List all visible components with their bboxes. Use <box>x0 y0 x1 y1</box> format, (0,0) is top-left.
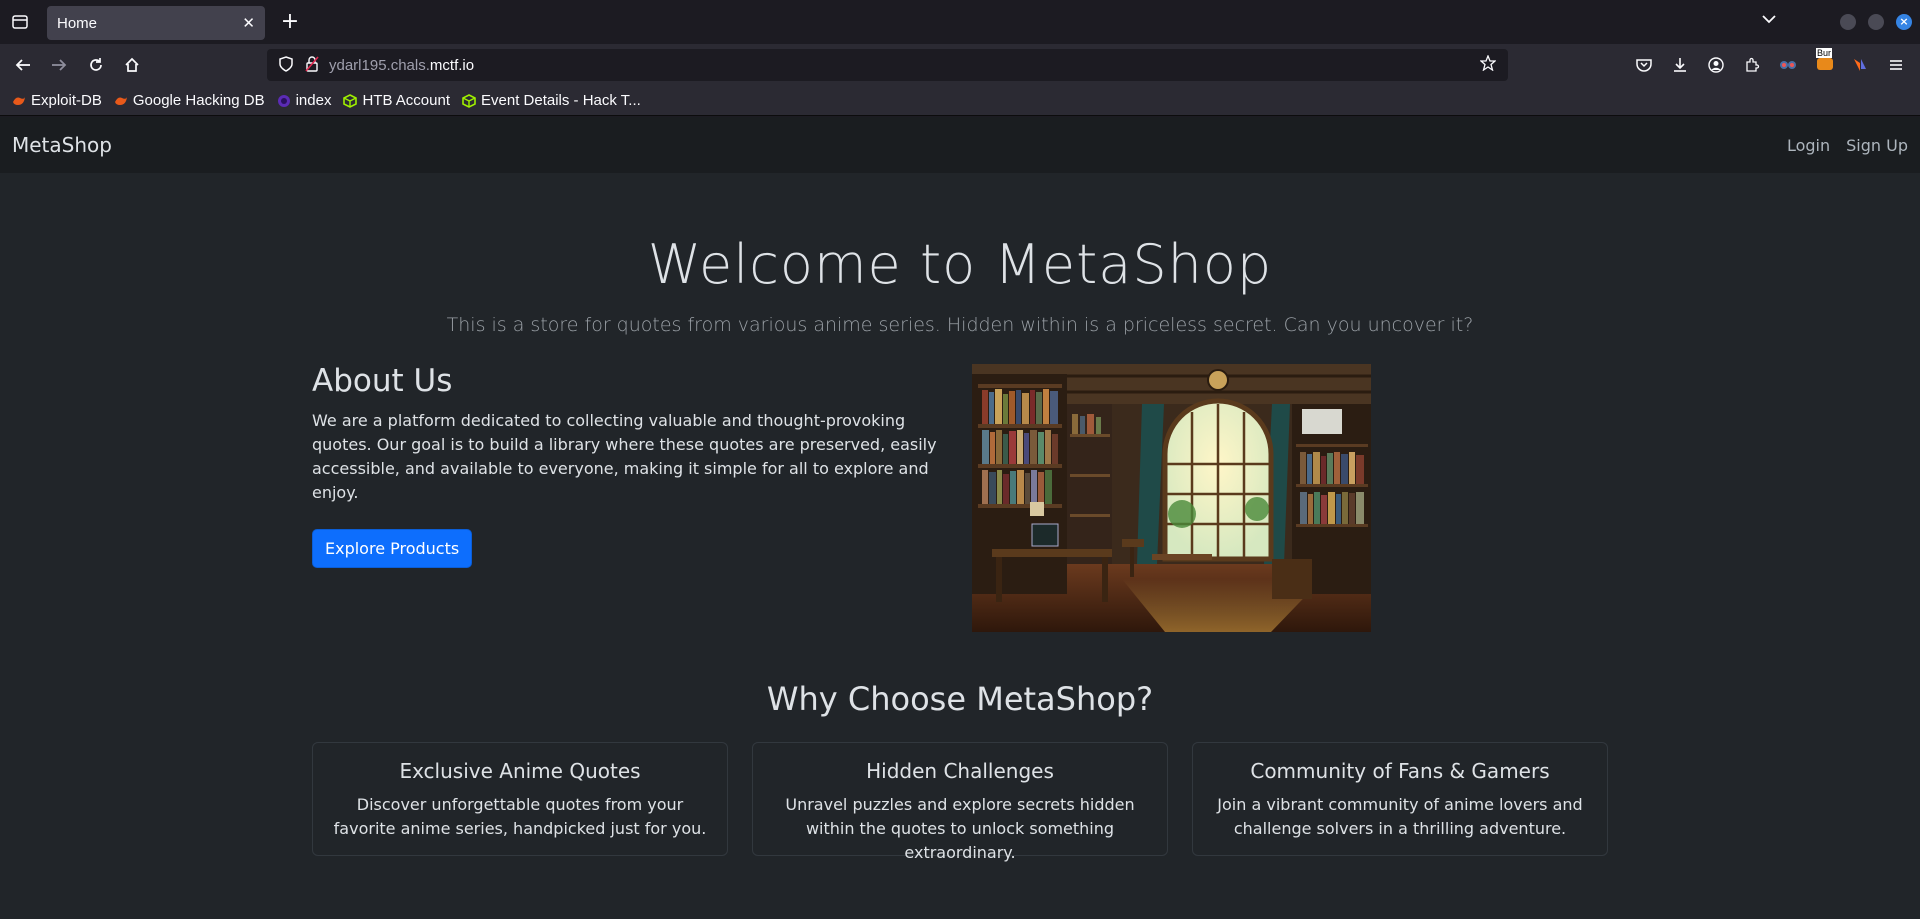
exploit-db-icon <box>12 94 26 108</box>
feature-card-text: Unravel puzzles and explore secrets hidd… <box>785 795 1135 862</box>
account-icon[interactable] <box>1706 55 1726 75</box>
extensions-puzzle-icon[interactable] <box>1742 55 1762 75</box>
downloads-icon[interactable] <box>1670 55 1690 75</box>
feature-card-title: Hidden Challenges <box>866 759 1054 783</box>
page-content: MetaShop Login Sign Up Welcome to MetaSh… <box>0 117 1920 919</box>
why-choose-heading: Why Choose MetaShop? <box>766 680 1154 718</box>
chevron-down-icon[interactable] <box>1762 12 1776 28</box>
url-text: ydarl195.chals.mctf.io <box>329 57 474 74</box>
new-tab-button[interactable]: + <box>278 10 302 34</box>
bookmark-label: Google Hacking DB <box>132 92 265 109</box>
url-domain: mctf.io <box>429 56 475 74</box>
tracking-shield-icon[interactable] <box>279 55 293 75</box>
bookmark-google-hacking-db[interactable]: Google Hacking DB <box>114 92 265 109</box>
hero-title: Welcome to MetaShop <box>647 233 1273 296</box>
wappalyzer-icon[interactable] <box>1850 55 1870 75</box>
site-brand[interactable]: MetaShop <box>12 133 112 157</box>
feature-card-title: Community of Fans & Gamers <box>1250 759 1550 783</box>
url-bar[interactable]: ydarl195.chals.mctf.io <box>267 49 1508 81</box>
maximize-window-button[interactable] <box>1868 14 1884 30</box>
tab-list-icon[interactable] <box>0 0 40 44</box>
feature-card-text: Discover unforgettable quotes from your … <box>333 795 707 838</box>
back-arrow-icon[interactable] <box>12 54 34 76</box>
burp-extension-icon[interactable]: Bur <box>1814 48 1836 70</box>
signup-link[interactable]: Sign Up <box>1846 136 1908 155</box>
about-heading: About Us <box>312 363 453 399</box>
bookmark-label: index <box>295 92 332 109</box>
minimize-window-button[interactable] <box>1840 14 1856 30</box>
site-navbar: MetaShop Login Sign Up <box>0 117 1920 173</box>
feature-card-text: Join a vibrant community of anime lovers… <box>1217 795 1583 838</box>
tab-title: Home <box>57 14 98 32</box>
features-cards: Exclusive Anime Quotes Discover unforget… <box>312 742 1608 862</box>
browser-nav-bar: ydarl195.chals.mctf.io Bur <box>0 44 1920 86</box>
bookmark-exploit-db[interactable]: Exploit-DB <box>12 92 102 109</box>
exploit-db-icon <box>114 94 128 108</box>
forward-arrow-icon[interactable] <box>48 54 70 76</box>
insecure-lock-icon[interactable] <box>305 55 319 75</box>
browser-tab-home[interactable]: Home ✕ <box>47 6 265 40</box>
library-room-illustration <box>972 364 1371 632</box>
feature-card: Hidden Challenges Unravel puzzles and ex… <box>752 742 1168 862</box>
about-body: We are a platform dedicated to collectin… <box>312 411 937 502</box>
htb-cube-icon <box>343 93 358 108</box>
foxyproxy-icon[interactable] <box>1778 55 1798 75</box>
browser-tab-bar: Home ✕ + × <box>0 0 1920 44</box>
url-subdomain: ydarl195.chals. <box>329 56 430 74</box>
burp-badge: Bur <box>1816 48 1833 58</box>
hero-subtitle: This is a store for quotes from various … <box>446 314 1474 336</box>
bookmark-label: HTB Account <box>362 92 450 109</box>
bookmark-label: Event Details - Hack T... <box>481 92 641 109</box>
feature-card: Community of Fans & Gamers Join a vibran… <box>1192 742 1608 856</box>
reload-icon[interactable] <box>85 54 107 76</box>
site-nav-links: Login Sign Up <box>1787 136 1908 155</box>
menu-hamburger-icon[interactable] <box>1886 55 1906 75</box>
explore-products-button[interactable]: Explore Products <box>312 529 473 568</box>
close-window-button[interactable]: × <box>1896 14 1912 30</box>
pocket-icon[interactable] <box>1634 55 1654 75</box>
bookmark-star-icon[interactable] <box>1479 54 1497 76</box>
feature-card-title: Exclusive Anime Quotes <box>399 759 641 783</box>
feature-card: Exclusive Anime Quotes Discover unforget… <box>312 742 728 856</box>
bookmark-label: Exploit-DB <box>31 92 102 109</box>
bookmark-htb-account[interactable]: HTB Account <box>343 92 450 109</box>
bookmark-index[interactable]: index <box>277 92 332 109</box>
tab-close-icon[interactable]: ✕ <box>242 14 255 32</box>
bookmark-event-details[interactable]: Event Details - Hack T... <box>462 92 641 109</box>
bookmarks-toolbar: Exploit-DB Google Hacking DB index HTB A… <box>0 86 1920 116</box>
htb-cube-icon <box>462 93 476 108</box>
login-link[interactable]: Login <box>1787 136 1830 155</box>
home-icon[interactable] <box>121 54 143 76</box>
about-section: About Us We are a platform dedicated to … <box>312 363 946 568</box>
circle-icon <box>277 94 291 108</box>
